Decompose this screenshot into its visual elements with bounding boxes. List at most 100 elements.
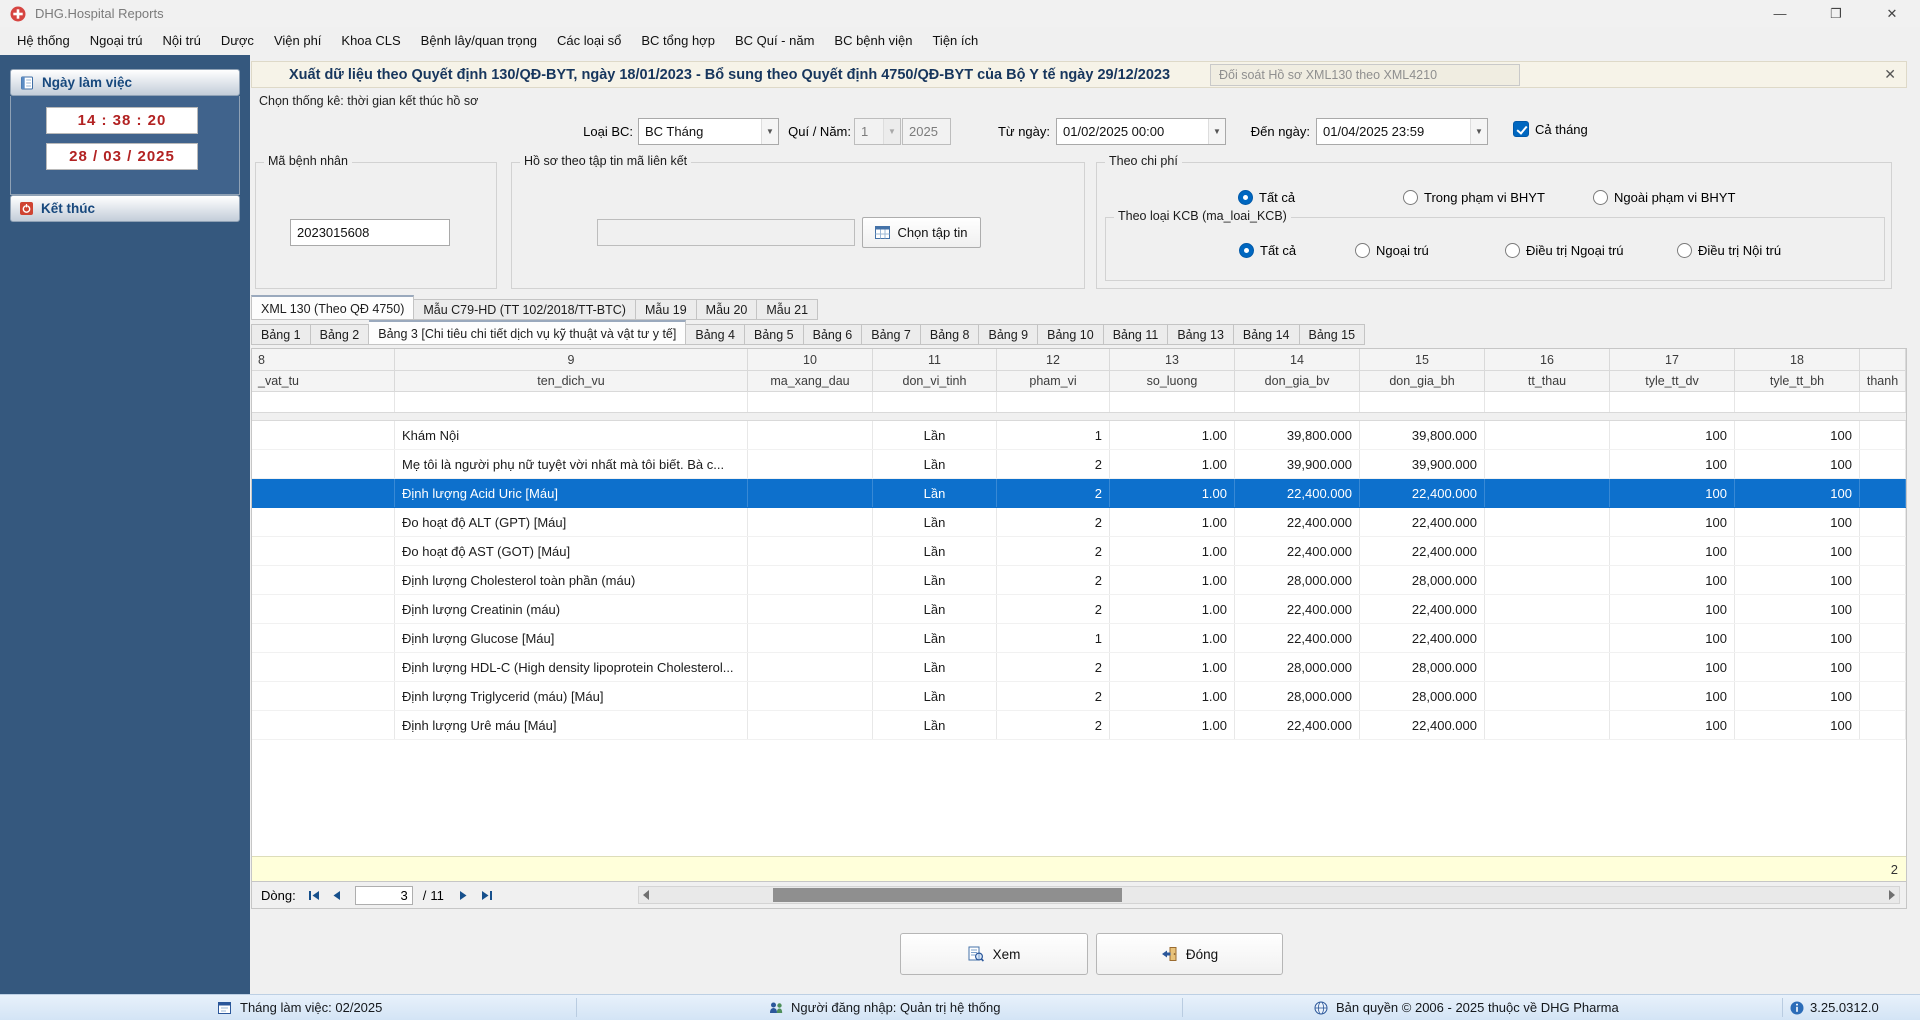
column-number[interactable]: 11 [873,349,997,370]
table-row[interactable]: Định lượng Acid Uric [Máu] Lần 2 1.00 22,400… [252,479,1906,508]
column-number[interactable]: 15 [1360,349,1485,370]
tab[interactable]: Bảng 9 [979,324,1039,345]
tab-close-button[interactable]: ✕ [1884,66,1896,83]
tab[interactable]: Bảng 10 [1038,324,1104,345]
tab[interactable]: Bảng 13 [1168,324,1234,345]
tab[interactable]: Bảng 14 [1233,324,1300,345]
column-number[interactable] [1860,349,1906,370]
table-row[interactable]: Định lượng Triglycerid (máu) [Máu] Lần 2 1.… [252,682,1906,711]
working-day-panel-header[interactable]: Ngày làm việc [10,69,240,96]
radio-option[interactable]: Tất cả [1239,243,1296,258]
filter-cell[interactable] [1610,392,1735,412]
horizontal-scrollbar[interactable] [638,886,1900,904]
filter-cell[interactable] [748,392,873,412]
menu-item[interactable]: Các loại sổ [547,27,631,55]
table-row[interactable]: Định lượng Urê máu [Máu] Lần 2 1.00 22,400.0… [252,711,1906,740]
scrollbar-thumb[interactable] [773,888,1122,902]
column-header[interactable]: ma_xang_dau [748,371,873,391]
column-number[interactable]: 9 [395,349,748,370]
filter-cell[interactable] [252,392,395,412]
tab[interactable]: Mẫu C79-HD (TT 102/2018/TT-BTC) [414,299,636,320]
chon-tap-tin-button[interactable]: Chọn tập tin [862,217,981,248]
tab[interactable]: Bảng 2 [310,324,370,345]
dong-button[interactable]: Đóng [1096,933,1283,975]
loai-bc-combo[interactable]: BC Tháng ▼ [638,118,779,145]
linked-file-input[interactable] [597,219,855,246]
tab[interactable]: Mẫu 21 [757,299,819,320]
first-row-button[interactable] [305,886,324,905]
column-number[interactable]: 18 [1735,349,1860,370]
tab[interactable]: Bảng 5 [744,324,804,345]
column-header[interactable]: so_luong [1110,371,1235,391]
filter-cell[interactable] [1110,392,1235,412]
column-number[interactable]: 8 [252,349,395,370]
column-header[interactable]: don_gia_bv [1235,371,1360,391]
next-row-button[interactable] [454,886,473,905]
tab[interactable]: XML 130 (Theo QĐ 4750) [251,295,415,320]
radio-option[interactable]: Trong phạm vi BHYT [1403,190,1545,205]
table-row[interactable]: Mẹ tôi là người phụ nữ tuyệt vời nhất mà… [252,450,1906,479]
radio-option[interactable]: Ngoại trú [1355,243,1429,258]
menu-item[interactable]: Ngoại trú [80,27,153,55]
minimize-button[interactable]: — [1752,0,1808,27]
menu-item[interactable]: BC bệnh viện [824,27,922,55]
filter-cell[interactable] [873,392,997,412]
table-row[interactable]: Đo hoạt độ AST (GOT) [Máu] Lần 2 1.00 22,400… [252,537,1906,566]
maximize-button[interactable]: ❐ [1808,0,1864,27]
table-row[interactable]: Định lượng Creatinin (máu) Lần 2 1.00 22,400… [252,595,1906,624]
menu-item[interactable]: Dược [211,27,264,55]
table-row[interactable]: Đo hoạt độ ALT (GPT) [Máu] Lần 2 1.00 22,400… [252,508,1906,537]
menu-item[interactable]: BC tổng hợp [631,27,725,55]
menu-item[interactable]: Nội trú [153,27,211,55]
column-header[interactable]: thanh [1860,371,1906,391]
filter-cell[interactable] [1735,392,1860,412]
table-row[interactable]: Khám Nội Lần 1 1.00 39,800.000 39,800.000 100 1… [252,421,1906,450]
scroll-left-icon[interactable] [643,890,649,900]
menu-item[interactable]: Bệnh lây/quan trọng [411,27,547,55]
prev-row-button[interactable] [328,886,347,905]
column-header[interactable]: tt_thau [1485,371,1610,391]
tab[interactable]: Bảng 11 [1103,324,1169,345]
column-number[interactable]: 13 [1110,349,1235,370]
filter-cell[interactable] [1485,392,1610,412]
menu-item[interactable]: Khoa CLS [331,27,410,55]
table-row[interactable]: Định lượng Cholesterol toàn phần (máu) Lầ… [252,566,1906,595]
table-row[interactable]: Định lượng Glucose [Máu] Lần 1 1.00 22,400.0… [252,624,1906,653]
column-header[interactable]: _vat_tu [252,371,395,391]
tab[interactable]: Bảng 6 [803,324,863,345]
radio-option[interactable]: Điều trị Ngoại trú [1505,243,1624,258]
tu-ngay-picker[interactable]: 01/02/2025 00:00 ▼ [1056,118,1226,145]
column-header[interactable]: ten_dich_vu [395,371,748,391]
column-header[interactable]: tyle_tt_bh [1735,371,1860,391]
scroll-right-icon[interactable] [1889,890,1895,900]
table-row[interactable]: Định lượng HDL-C (High density lipoprote… [252,653,1906,682]
tab[interactable]: Mẫu 19 [635,299,697,320]
last-row-button[interactable] [477,886,496,905]
menu-item[interactable]: BC Quí - năm [725,27,824,55]
tab[interactable]: Bảng 8 [920,324,980,345]
column-header[interactable]: pham_vi [997,371,1110,391]
filter-cell[interactable] [997,392,1110,412]
secondary-tab[interactable]: Đối soát Hồ sơ XML130 theo XML4210 [1210,64,1520,86]
tab[interactable]: Bảng 3 [Chi tiêu chi tiết dịch vụ kỹ thu… [369,320,687,345]
tab[interactable]: Mẫu 20 [696,299,758,320]
end-session-button[interactable]: Kết thúc [10,195,240,222]
filter-cell[interactable] [1860,392,1906,412]
column-number[interactable]: 10 [748,349,873,370]
menu-item[interactable]: Hệ thống [7,27,80,55]
menu-item[interactable]: Tiện ích [922,27,988,55]
filter-cell[interactable] [1235,392,1360,412]
column-number[interactable]: 16 [1485,349,1610,370]
column-header[interactable]: tyle_tt_dv [1610,371,1735,391]
filter-cell[interactable] [395,392,748,412]
close-button[interactable]: ✕ [1864,0,1920,27]
radio-option[interactable]: Ngoài phạm vi BHYT [1593,190,1735,205]
tab[interactable]: Bảng 7 [862,324,921,345]
tab[interactable]: Bảng 4 [686,324,745,345]
column-number[interactable]: 12 [997,349,1110,370]
den-ngay-picker[interactable]: 01/04/2025 23:59 ▼ [1316,118,1488,145]
radio-option[interactable]: Điều trị Nội trú [1677,243,1781,258]
ca-thang-checkbox[interactable]: Cả tháng [1513,121,1588,137]
ma-benh-nhan-input[interactable] [290,219,450,246]
column-number[interactable]: 17 [1610,349,1735,370]
